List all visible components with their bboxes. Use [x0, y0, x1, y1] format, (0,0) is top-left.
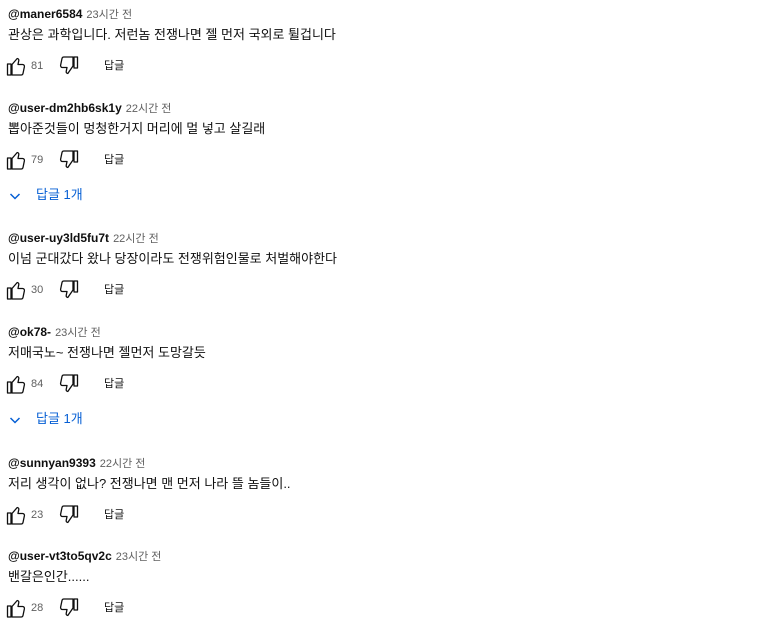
comment-header: @sunnyan9393 22시간 전 — [8, 455, 145, 471]
comment-author[interactable]: @user-vt3to5qv2c — [8, 549, 112, 563]
thumbs-up-icon — [6, 57, 26, 76]
dislike-button[interactable] — [57, 54, 81, 78]
like-button[interactable] — [4, 148, 28, 172]
comment-header: @maner6584 23시간 전 — [8, 6, 132, 22]
thumbs-down-icon — [59, 505, 79, 524]
comment-action-bar: 84 답글 — [6, 372, 408, 396]
like-button[interactable] — [4, 503, 28, 527]
comment-action-bar: 81 답글 — [6, 54, 408, 78]
comment-action-bar: 79 답글 — [6, 148, 408, 172]
dislike-button[interactable] — [57, 372, 81, 396]
comment-header: @user-dm2hb6sk1y 22시간 전 — [8, 100, 171, 116]
dislike-button[interactable] — [57, 278, 81, 302]
like-count: 84 — [31, 378, 44, 390]
view-replies-label: 답글 1개 — [36, 411, 83, 426]
reply-button[interactable]: 답글 — [104, 282, 124, 298]
thumbs-down-icon — [59, 598, 79, 617]
comment-timestamp[interactable]: 23시간 전 — [116, 551, 162, 563]
comment-timestamp[interactable]: 23시간 전 — [55, 327, 101, 339]
like-count: 79 — [31, 154, 44, 166]
comment-author[interactable]: @user-uy3ld5fu7t — [8, 231, 109, 245]
like-count: 28 — [31, 602, 44, 614]
comment-action-bar: 23 답글 — [6, 503, 408, 527]
comment-timestamp[interactable]: 22시간 전 — [126, 103, 172, 115]
comment-author[interactable]: @ok78- — [8, 325, 51, 339]
thumbs-up-icon — [6, 506, 26, 525]
thumbs-up-icon — [6, 375, 26, 394]
comment-timestamp[interactable]: 23시간 전 — [86, 9, 132, 21]
thumbs-down-icon — [59, 280, 79, 299]
comment-author[interactable]: @user-dm2hb6sk1y — [8, 101, 122, 115]
thumbs-up-icon — [6, 599, 26, 618]
dislike-button[interactable] — [57, 503, 81, 527]
reply-button[interactable]: 답글 — [104, 376, 124, 392]
view-replies-label: 답글 1개 — [36, 187, 83, 202]
like-button[interactable] — [4, 372, 28, 396]
view-replies-button[interactable]: 답글 1개 — [8, 185, 83, 205]
thumbs-down-icon — [59, 374, 79, 393]
comment-header: @user-uy3ld5fu7t 22시간 전 — [8, 230, 159, 246]
like-button[interactable] — [4, 54, 28, 78]
thumbs-down-icon — [59, 56, 79, 75]
chevron-down-icon — [8, 413, 22, 427]
comment-action-bar: 30 답글 — [6, 278, 408, 302]
view-replies-button[interactable]: 답글 1개 — [8, 409, 83, 429]
like-count: 23 — [31, 509, 44, 521]
comment-header: @user-vt3to5qv2c 23시간 전 — [8, 548, 161, 564]
like-button[interactable] — [4, 596, 28, 620]
comment-text: 밴갈은인간...... — [8, 569, 90, 584]
reply-button[interactable]: 답글 — [104, 152, 124, 168]
dislike-button[interactable] — [57, 148, 81, 172]
reply-button[interactable]: 답글 — [104, 507, 124, 523]
like-count: 30 — [31, 284, 44, 296]
comment-author[interactable]: @sunnyan9393 — [8, 456, 96, 470]
comment-timestamp[interactable]: 22시간 전 — [100, 458, 146, 470]
like-count: 81 — [31, 60, 44, 72]
comment-text: 관상은 과학입니다. 저런놈 전쟁나면 젤 먼저 국외로 튈겁니다 — [8, 27, 336, 42]
chevron-down-icon — [8, 189, 22, 203]
reply-button[interactable]: 답글 — [104, 58, 124, 74]
comment-text: 이넘 군대갔다 왔나 당장이라도 전쟁위험인물로 처벌해야한다 — [8, 251, 338, 266]
comment-action-bar: 28 답글 — [6, 596, 408, 620]
like-button[interactable] — [4, 278, 28, 302]
comment-text: 저리 생각이 없나? 전쟁나면 맨 먼저 나라 뜰 놈들이.. — [8, 476, 291, 491]
comment-text: 뽑아준것들이 멍청한거지 머리에 멀 넣고 살길래 — [8, 121, 266, 136]
thumbs-down-icon — [59, 150, 79, 169]
dislike-button[interactable] — [57, 596, 81, 620]
thumbs-up-icon — [6, 281, 26, 300]
comment-text: 저매국노~ 전쟁나면 젤먼저 도망갈듯 — [8, 345, 206, 360]
comment-author[interactable]: @maner6584 — [8, 7, 82, 21]
comment-timestamp[interactable]: 22시간 전 — [113, 233, 159, 245]
reply-button[interactable]: 답글 — [104, 600, 124, 616]
thumbs-up-icon — [6, 151, 26, 170]
comment-header: @ok78- 23시간 전 — [8, 324, 101, 340]
